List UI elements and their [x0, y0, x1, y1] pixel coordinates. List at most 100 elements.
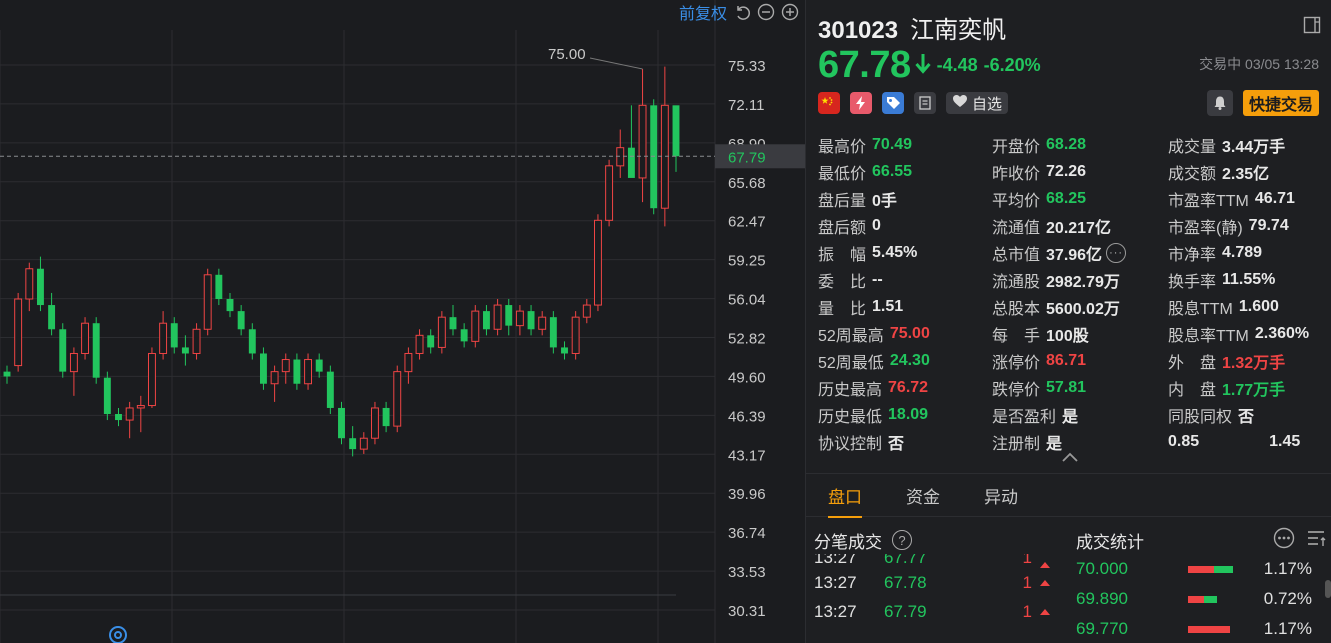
volume-stat-row[interactable]: 70.000 1.17% [1076, 554, 1331, 584]
stat-cell: 量 比 1.51 [818, 293, 992, 320]
stock-header: 301023 江南奕帆 [818, 10, 1006, 45]
last-price: 67.78 [818, 44, 911, 86]
candle-body-up [81, 322, 90, 354]
stat-cell: 52周最低 24.30 [818, 347, 992, 374]
tick-time: 13:27 [814, 572, 857, 592]
y-axis-tick-label: 65.68 [728, 175, 766, 192]
stat-cell: 成交量 3.44万手 [1168, 131, 1328, 158]
candle-body-down [449, 317, 457, 330]
candle-body-down [237, 311, 245, 330]
tick-row[interactable]: 13:27 67.79 1 [814, 597, 1064, 626]
stat-label: 是否盈利 [992, 408, 1057, 426]
more-options-icon[interactable] [1273, 527, 1295, 554]
locate-crosshair-icon[interactable] [109, 626, 127, 643]
candle-body-up [638, 104, 647, 179]
tab-orderbook[interactable]: 盘口 [828, 473, 862, 518]
stat-cell: 52周最高 75.00 [818, 320, 992, 347]
tab-capital[interactable]: 资金 [906, 473, 940, 517]
candle-body-up [538, 316, 547, 330]
adjust-mode-button[interactable]: 前复权 [679, 0, 727, 24]
price-alert-bell-icon[interactable] [1206, 90, 1233, 116]
zoom-in-icon[interactable] [781, 3, 799, 21]
tick-time: 13:27 [814, 601, 857, 621]
candle-body-down [315, 359, 323, 372]
tick-row[interactable]: 13:27 67.77 1 [814, 554, 1064, 568]
notes-icon[interactable] [914, 92, 936, 114]
candle-body-down [92, 323, 100, 378]
volume-stat-row[interactable]: 69.890 0.72% [1076, 584, 1331, 614]
candle-body-up [393, 371, 402, 427]
stat-label: 成交量 [1168, 138, 1217, 156]
margin-trade-icon[interactable] [850, 92, 872, 114]
add-watchlist-button[interactable]: 自选 [946, 92, 1009, 114]
stat-label: 盘后额 [818, 219, 867, 237]
stat-value: 1.600 [1238, 297, 1279, 315]
volume-stat-row[interactable]: 69.770 1.17% [1076, 614, 1331, 643]
stat-cell: 是否盈利是 [992, 401, 1168, 428]
stat-label: 每 手 [992, 327, 1041, 345]
stat-label: 流通股 [992, 273, 1041, 291]
candle-body-down [36, 268, 44, 306]
volume-stats-list[interactable]: 70.000 1.17% 69.890 0.72% 69.770 1.17% [1076, 554, 1331, 643]
candle-body-down [382, 407, 390, 427]
tag-icon[interactable] [882, 92, 904, 114]
list-settings-icon[interactable] [1305, 527, 1327, 554]
volume-stat-pct: 1.17% [1263, 559, 1312, 578]
buy-volume-bar [1188, 565, 1214, 573]
candle-body-down [226, 299, 234, 312]
quick-trade-button[interactable]: 快捷交易 [1242, 90, 1319, 116]
high-annotation-leader [589, 57, 643, 70]
buy-arrow-icon [1040, 579, 1050, 586]
candle-body-down [527, 311, 535, 330]
candle-body-down [181, 347, 189, 354]
price-change: -4.48 [936, 55, 978, 75]
stat-value: 70.49 [872, 135, 913, 153]
stat-cell: 委 比 -- [818, 266, 992, 293]
stat-label: 成交额 [1168, 165, 1217, 183]
help-icon[interactable]: ? [892, 530, 912, 550]
stat-value: 是 [1062, 408, 1079, 426]
candle-body-up [203, 274, 212, 330]
stat-value: 11.55% [1222, 270, 1276, 288]
candle-body-down [338, 407, 345, 439]
candle-body-up [69, 352, 78, 373]
stat-cell: 最低价 66.55 [818, 158, 992, 185]
tick-trades-list[interactable]: 13:27 67.77 1 13:27 67.78 1 13:27 67.79 … [814, 554, 1064, 626]
candle-body-up [14, 298, 23, 367]
stat-cell: 同股同权否 [1168, 401, 1328, 428]
tick-row[interactable]: 13:27 67.78 1 [814, 568, 1064, 597]
candle-body-down [427, 335, 435, 348]
kline-chart-area[interactable]: 75.3372.1168.9065.6862.4759.2556.0452.82… [0, 0, 805, 643]
stat-value: 76.72 [888, 378, 929, 396]
y-axis-tick-label: 39.96 [728, 486, 766, 503]
stat-cell: 平均价 68.25 [992, 185, 1168, 212]
candle-body-up [471, 310, 480, 342]
candle-body-up [25, 268, 34, 300]
stat-value: 1.77万手 [1222, 381, 1286, 399]
more-info-icon[interactable]: ··· [1106, 242, 1127, 263]
heart-icon [952, 94, 968, 112]
stat-label: 52周最低 [818, 354, 884, 372]
undo-icon[interactable] [733, 3, 751, 21]
stat-cell: 涨停价 86.71 [992, 347, 1168, 374]
stat-cell: 昨收价 72.26 [992, 158, 1168, 185]
zoom-out-icon[interactable] [757, 3, 775, 21]
collapse-caret-icon[interactable] [1061, 450, 1079, 468]
kline-chart[interactable]: 75.3372.1168.9065.6862.4759.2556.0452.82… [0, 0, 805, 643]
tab-anomaly[interactable]: 异动 [984, 473, 1018, 517]
candle-body-up [437, 316, 446, 348]
layout-toggle-icon[interactable] [1303, 16, 1321, 39]
candle-body-down [505, 305, 513, 326]
scrollbar-thumb[interactable] [1325, 580, 1331, 598]
candle-body-down [48, 305, 56, 330]
buy-volume-bar [1188, 595, 1204, 603]
candle-body-down [103, 377, 111, 415]
candle-body-up [192, 328, 201, 354]
stat-label: 开盘价 [992, 138, 1041, 156]
current-price-tag: 67.79 [728, 149, 766, 166]
volume-stat-pct: 1.17% [1263, 619, 1312, 638]
stat-cell: 市盈率(静) 79.74 [1168, 212, 1328, 239]
y-axis-tick-label: 56.04 [728, 292, 766, 309]
y-axis-tick-label: 52.82 [728, 331, 766, 348]
volume-stat-price: 70.000 [1076, 559, 1128, 578]
